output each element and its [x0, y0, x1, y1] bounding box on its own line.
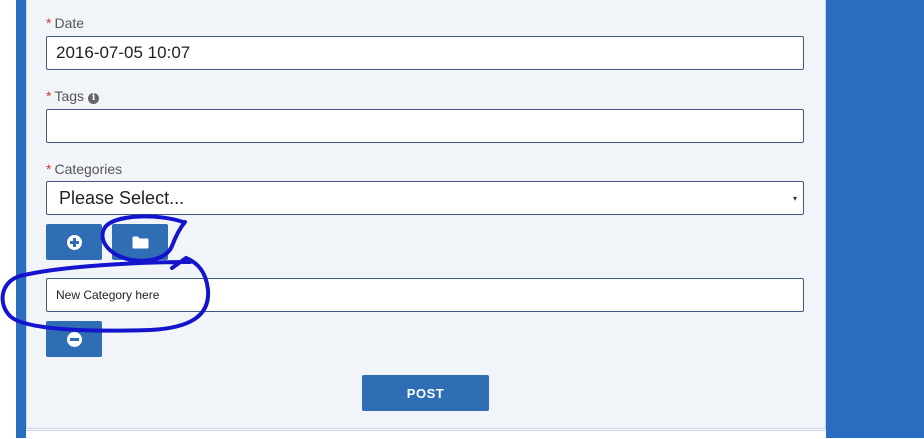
post-button[interactable]: POST: [362, 375, 489, 411]
required-mark: *: [46, 88, 52, 104]
categories-select[interactable]: Please Select... ▾: [46, 181, 804, 215]
categories-selected-value: Please Select...: [59, 187, 185, 208]
plus-circle-icon: [66, 234, 82, 250]
required-mark: *: [46, 15, 52, 31]
required-mark: *: [46, 161, 52, 177]
date-label: * Date: [46, 15, 85, 31]
left-accent-stripe: [16, 0, 26, 438]
folder-icon: [132, 236, 148, 248]
date-value: 2016-07-05 10:07: [56, 43, 191, 62]
page-margin: [0, 0, 16, 438]
folder-button[interactable]: [112, 224, 168, 260]
date-field[interactable]: 2016-07-05 10:07: [46, 36, 804, 70]
tags-label: * Tags i: [46, 88, 100, 104]
tags-input[interactable]: [46, 109, 804, 143]
remove-category-button[interactable]: [46, 321, 102, 357]
right-side-panel: [826, 0, 924, 438]
new-category-value: New Category here: [56, 288, 160, 302]
new-category-input[interactable]: New Category here: [46, 278, 804, 312]
categories-label: * Categories: [46, 161, 123, 177]
add-category-button[interactable]: [46, 224, 102, 260]
info-icon[interactable]: i: [88, 93, 100, 104]
chevron-down-icon: ▾: [792, 194, 797, 203]
minus-circle-icon: [66, 331, 82, 347]
